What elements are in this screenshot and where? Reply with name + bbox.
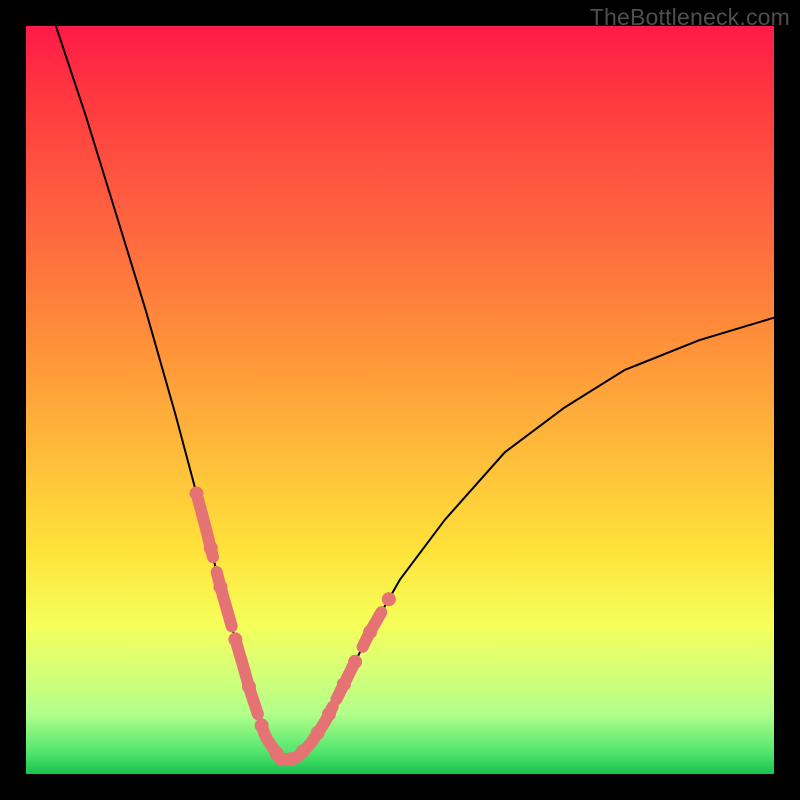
marker-dot — [204, 541, 218, 555]
marker-dot — [190, 487, 204, 501]
marker-dot — [270, 746, 284, 760]
marker-dot — [382, 592, 396, 606]
marker-dot — [228, 632, 242, 646]
marker-dot — [311, 726, 325, 740]
marker-dot — [214, 580, 228, 594]
marker-dot — [348, 655, 362, 669]
marker-dot — [337, 677, 351, 691]
watermark-text: TheBottleneck.com — [590, 4, 790, 31]
marker-dot — [255, 718, 269, 732]
outer-frame: TheBottleneck.com — [0, 0, 800, 800]
marker-segment — [217, 572, 232, 626]
bottleneck-curve — [56, 26, 774, 759]
marker-dot — [363, 625, 377, 639]
plot-area — [26, 26, 774, 774]
marker-segment — [235, 639, 258, 714]
marker-layer — [190, 487, 396, 767]
curve-svg — [26, 26, 774, 774]
marker-dot — [242, 680, 256, 694]
marker-dot — [296, 745, 310, 759]
marker-dot — [322, 707, 336, 721]
